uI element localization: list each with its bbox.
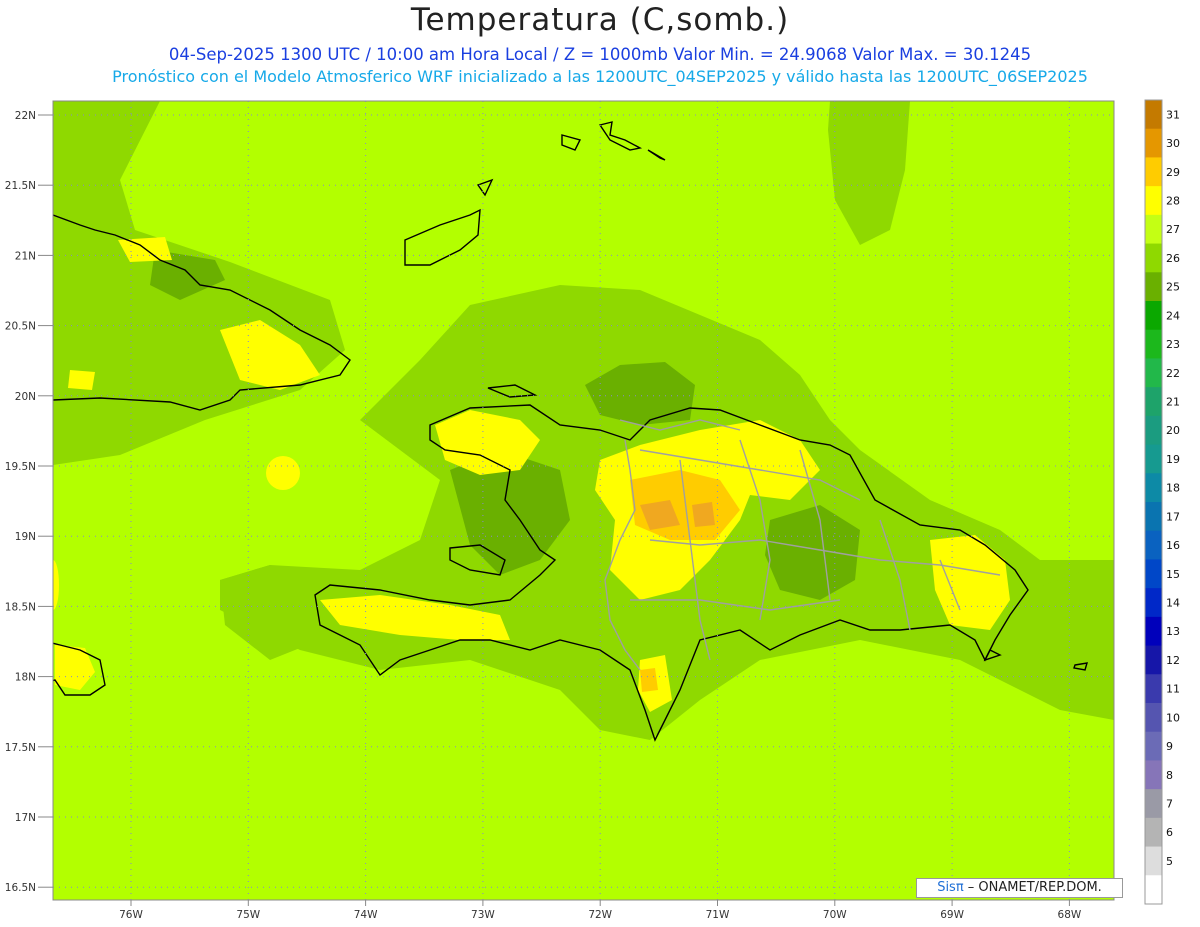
lat-label: 18.5N [5,601,36,613]
colorbar-swatch [1145,157,1162,187]
colorbar-label: 22 [1166,367,1180,380]
colorbar-swatch [1145,760,1162,790]
colorbar-swatch [1145,817,1162,848]
lat-label: 21N [15,250,36,262]
colorbar-swatch [1145,616,1162,647]
lon-label: 70W [823,909,847,921]
longitude-labels: 76W 75W 74W 73W 72W 71W 70W 69W 68W [119,900,1082,921]
colorbar-label: 31 [1166,108,1180,121]
lon-label: 73W [471,909,495,921]
region-hottest-center2 [692,502,715,527]
colorbar-swatch [1145,530,1162,560]
region-warm-cuba3 [68,370,95,390]
colorbar-label: 28 [1166,195,1180,208]
colorbar-swatch [1145,875,1162,905]
colorbar-swatch [1145,387,1162,417]
colorbar-label: 17 [1166,510,1180,523]
colorbar-label: 21 [1166,396,1180,409]
colorbar-swatch [1145,186,1162,216]
colorbar-label: 12 [1166,654,1180,667]
lon-label: 71W [706,909,730,921]
colorbar-label: 6 [1166,826,1173,839]
colorbar-label: 30 [1166,137,1180,150]
lon-label: 75W [236,909,260,921]
colorbar-label: 10 [1166,711,1180,724]
colorbar-label: 27 [1166,223,1180,236]
colorbar-swatch [1145,703,1162,733]
colorbar-swatch [1145,301,1162,331]
colorbar-label: 24 [1166,309,1180,322]
colorbar-swatch [1145,329,1162,359]
colorbar-swatch [1145,272,1162,302]
colorbar-swatch [1145,358,1162,388]
shaded-field [53,101,1114,900]
colorbar-label: 8 [1166,769,1173,782]
colorbar-label: 16 [1166,539,1180,552]
region-hot-south [640,668,658,692]
colorbar-label: 18 [1166,482,1180,495]
credit-sis-logo: Sisπ [937,880,964,895]
latitude-labels: 22N 21.5N 21N 20.5N 20N 19.5N 19N 18.5N 18N 17.5N… [5,110,53,894]
colorbar-swatch [1145,128,1162,158]
lat-label: 22N [15,110,36,122]
colorbar-swatch [1145,444,1162,474]
colorbar-label: 19 [1166,453,1180,466]
colorbar-swatch [1145,415,1162,446]
lat-label: 19.5N [5,461,36,473]
colorbar-swatch [1145,559,1162,589]
colorbar-swatch [1145,588,1162,618]
colorbar-label: 7 [1166,798,1173,811]
colorbar-label: 15 [1166,568,1180,581]
lon-label: 69W [940,909,964,921]
colorbar-swatch [1145,674,1162,704]
colorbar-label: 5 [1166,855,1173,868]
credit-box: Sisπ – ONAMET/REP.DOM. [916,878,1123,898]
colorbar-swatch [1145,243,1162,273]
colorbar-label: 11 [1166,683,1180,696]
lat-label: 20N [15,391,36,403]
colorbar-swatch [1145,789,1162,819]
lon-label: 72W [588,909,612,921]
colorbar-label: 20 [1166,424,1180,437]
colorbar-label: 25 [1166,281,1180,294]
colorbar-swatch [1145,100,1162,130]
colorbar-swatch [1145,502,1162,532]
lon-label: 74W [354,909,378,921]
colorbar-swatch [1145,731,1162,761]
temperature-map: 22N 21.5N 21N 20.5N 20N 19.5N 19N 18.5N 18N 17.5N… [5,99,1180,921]
colorbar: 31 30 29 28 27 26 25 24 23 22 21 20 19 18 17 16 15 14 13 12… [1144,99,1180,905]
lat-label: 21.5N [5,180,36,192]
lon-label: 76W [119,909,143,921]
colorbar-label: 9 [1166,740,1173,753]
lat-label: 20.5N [5,321,36,333]
lat-label: 17N [15,812,36,824]
colorbar-label: 23 [1166,338,1180,351]
colorbar-swatch [1145,473,1162,503]
colorbar-label: 13 [1166,625,1180,638]
credit-text: – ONAMET/REP.DOM. [963,880,1102,895]
colorbar-label: 26 [1166,252,1180,265]
colorbar-label: 29 [1166,166,1180,179]
colorbar-label: 14 [1166,597,1180,610]
lat-label: 17.5N [5,742,36,754]
region-warm-islet [266,456,300,490]
lat-label: 16.5N [5,882,36,894]
colorbar-swatch [1145,846,1162,876]
lat-label: 18N [15,672,36,684]
colorbar-swatch [1145,214,1162,245]
colorbar-swatch [1145,645,1162,675]
lon-label: 68W [1058,909,1082,921]
lat-label: 19N [15,531,36,543]
